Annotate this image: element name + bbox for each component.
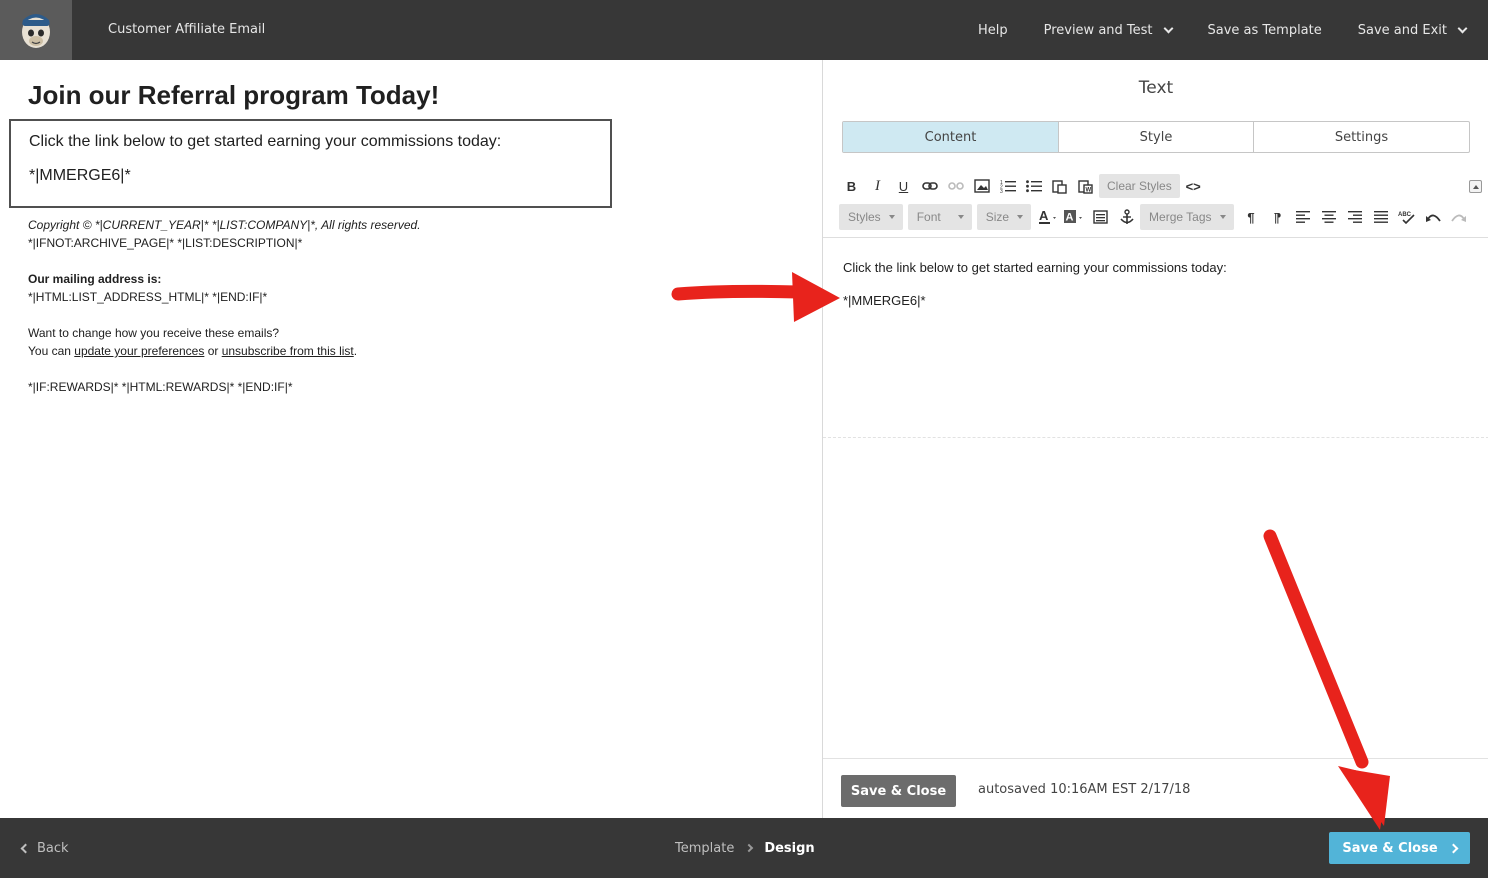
address-text: *|HTML:LIST_ADDRESS_HTML|* *|END:IF|* <box>28 290 268 304</box>
styles-dropdown[interactable]: Styles <box>839 204 903 230</box>
caret-down-icon <box>888 215 895 219</box>
paste-word-icon[interactable]: W <box>1073 174 1098 198</box>
mailchimp-logo[interactable] <box>0 0 72 60</box>
paragraph-rtl-icon[interactable]: ¶ <box>1265 205 1290 229</box>
caret-down-icon <box>957 215 964 219</box>
undo-icon[interactable] <box>1421 205 1446 229</box>
toolbar-row-1: B I U 123 W Clear Styles <> <box>839 173 1206 199</box>
size-dropdown[interactable]: Size <box>976 204 1032 230</box>
chevron-down-icon <box>1163 23 1173 33</box>
copyright-text: Copyright © *|CURRENT_YEAR|* *|LIST:COMP… <box>28 218 421 232</box>
rewards-text: *|IF:REWARDS|* *|HTML:REWARDS|* *|END:IF… <box>28 380 293 394</box>
clear-styles-button[interactable]: Clear Styles <box>1099 174 1180 198</box>
save-close-next-button[interactable]: Save & Close <box>1329 832 1470 864</box>
selected-text-block[interactable]: Click the link below to get started earn… <box>9 119 612 208</box>
save-exit-menu[interactable]: Save and Exit <box>1358 23 1468 38</box>
or-text: or <box>204 344 222 358</box>
chevron-right-icon <box>745 843 754 853</box>
source-code-icon[interactable]: <> <box>1181 174 1206 198</box>
align-right-icon[interactable] <box>1343 205 1368 229</box>
svg-text:A: A <box>1039 209 1049 223</box>
back-button[interactable]: Back <box>20 818 69 878</box>
align-left-icon[interactable] <box>1291 205 1316 229</box>
top-nav: Help Preview and Test Save as Template S… <box>978 0 1468 60</box>
autosave-status: autosaved 10:16AM EST 2/17/18 <box>978 782 1191 797</box>
svg-text:A: A <box>1065 212 1073 224</box>
email-footer[interactable]: Copyright © *|CURRENT_YEAR|* *|LIST:COMP… <box>28 216 421 396</box>
mailing-address-label: Our mailing address is: <box>28 272 162 286</box>
font-dropdown[interactable]: Font <box>907 204 972 230</box>
block-icon[interactable] <box>1088 205 1113 229</box>
unsubscribe-link[interactable]: unsubscribe from this list <box>222 344 354 358</box>
caret-down-icon <box>1017 215 1024 219</box>
chimp-icon <box>22 14 50 48</box>
save-as-template-link[interactable]: Save as Template <box>1208 23 1322 38</box>
paste-icon[interactable] <box>1047 174 1072 198</box>
svg-text:W: W <box>1086 187 1092 193</box>
paragraph-ltr-icon[interactable]: ¶ <box>1239 205 1264 229</box>
update-preferences-link[interactable]: update your preferences <box>74 344 204 358</box>
campaign-title: Customer Affiliate Email <box>108 22 266 37</box>
numbered-list-icon[interactable]: 123 <box>995 174 1020 198</box>
bottom-bar: Back Template Design Save & Close <box>0 818 1488 878</box>
image-icon[interactable] <box>969 174 994 198</box>
you-can-text: You can <box>28 344 75 358</box>
breadcrumb-template[interactable]: Template <box>675 841 734 856</box>
underline-icon[interactable]: U <box>891 174 916 198</box>
collapse-toolbar-icon[interactable] <box>1469 180 1482 193</box>
tab-content[interactable]: Content <box>843 122 1059 152</box>
content-line: Click the link below to get started earn… <box>843 260 1227 275</box>
email-heading[interactable]: Join our Referral program Today! <box>28 80 439 111</box>
text-color-icon[interactable]: A <box>1036 205 1061 229</box>
help-link[interactable]: Help <box>978 23 1008 38</box>
merge-tags-dropdown[interactable]: Merge Tags <box>1140 204 1234 230</box>
tab-settings[interactable]: Settings <box>1254 122 1469 152</box>
change-question: Want to change how you receive these ema… <box>28 326 280 340</box>
svg-text:ABC: ABC <box>1398 212 1412 218</box>
chevron-down-icon <box>1457 23 1468 33</box>
unlink-icon[interactable] <box>943 174 968 198</box>
redo-icon[interactable] <box>1447 205 1472 229</box>
chevron-left-icon <box>20 843 31 853</box>
bulleted-list-icon[interactable] <box>1021 174 1046 198</box>
breadcrumb: Template Design <box>675 818 815 878</box>
chevron-right-icon <box>1448 843 1459 853</box>
justify-icon[interactable] <box>1369 205 1394 229</box>
link-icon[interactable] <box>917 174 942 198</box>
svg-text:3: 3 <box>1000 189 1003 193</box>
panel-title: Text <box>1138 78 1174 98</box>
top-bar: Customer Affiliate Email Help Preview an… <box>0 0 1488 60</box>
italic-icon[interactable]: I <box>865 174 890 198</box>
caret-down-icon <box>1219 215 1226 219</box>
archive-text: *|IFNOT:ARCHIVE_PAGE|* *|LIST:DESCRIPTIO… <box>28 236 303 250</box>
tab-style[interactable]: Style <box>1059 122 1254 152</box>
editor-tabs: Content Style Settings <box>842 121 1470 153</box>
spellcheck-icon[interactable]: ABC <box>1395 205 1420 229</box>
text-editor-panel: Text Content Style Settings B I U 123 W … <box>822 60 1488 818</box>
breadcrumb-design: Design <box>764 840 815 856</box>
block-line: Click the link below to get started earn… <box>29 133 502 150</box>
text-content-area[interactable]: Click the link below to get started earn… <box>843 260 1473 309</box>
align-center-icon[interactable] <box>1317 205 1342 229</box>
anchor-icon[interactable] <box>1114 205 1139 229</box>
background-color-icon[interactable]: A <box>1062 205 1087 229</box>
editor-footer: Save & Close autosaved 10:16AM EST 2/17/… <box>823 758 1488 818</box>
toolbar-row-2: Styles Font Size A A Merge Tags ¶ ¶ ABC <box>839 204 1472 230</box>
merge-tag-content: *|MMERGE6|* <box>843 293 926 308</box>
preview-test-menu[interactable]: Preview and Test <box>1044 23 1173 38</box>
bold-icon[interactable]: B <box>839 174 864 198</box>
merge-tag-text: *|MMERGE6|* <box>29 167 131 184</box>
save-close-button[interactable]: Save & Close <box>841 775 956 807</box>
email-preview: Join our Referral program Today! Click t… <box>0 60 822 818</box>
